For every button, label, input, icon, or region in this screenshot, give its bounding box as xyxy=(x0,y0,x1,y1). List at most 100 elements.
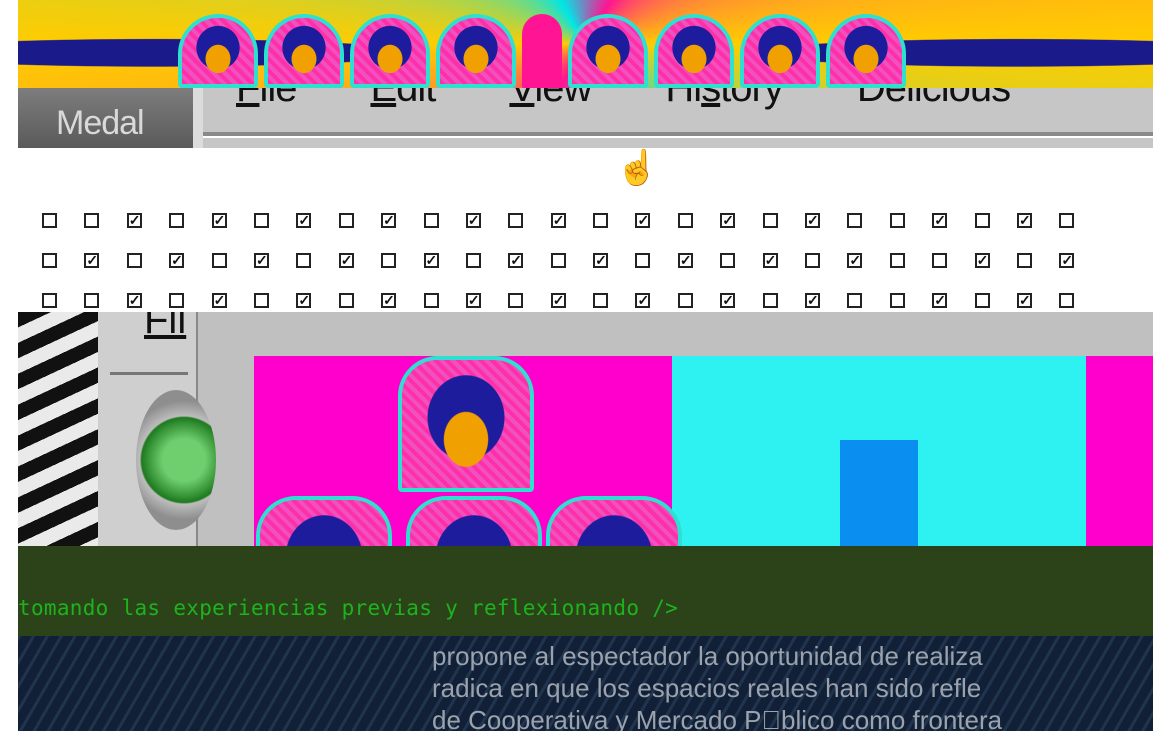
checkbox-checked[interactable]: ✓ xyxy=(805,212,821,228)
checkbox-unchecked[interactable] xyxy=(593,292,609,308)
checkbox-checked[interactable]: ✓ xyxy=(847,252,863,268)
menu-item-delicious[interactable]: Delicious xyxy=(857,88,1011,111)
hand-pointer-icon: ☝ xyxy=(616,149,659,187)
banner-portrait xyxy=(264,14,344,88)
checkbox-unchecked[interactable] xyxy=(889,292,905,308)
checkbox-checked[interactable]: ✓ xyxy=(423,252,439,268)
checkbox-unchecked[interactable] xyxy=(974,212,990,228)
checkbox-unchecked[interactable] xyxy=(42,292,57,308)
checkbox-checked[interactable]: ✓ xyxy=(465,292,481,308)
checkbox-checked[interactable]: ✓ xyxy=(635,212,651,228)
checkbox-checked[interactable]: ✓ xyxy=(1016,292,1032,308)
checkbox-unchecked[interactable] xyxy=(889,252,905,268)
checkbox-checked[interactable]: ✓ xyxy=(720,212,736,228)
checkbox-unchecked[interactable] xyxy=(465,252,481,268)
menu-item-view[interactable]: View xyxy=(509,88,592,111)
cyan-panel xyxy=(672,356,1086,546)
checkbox-checked[interactable]: ✓ xyxy=(296,212,312,228)
menu-file-fragment[interactable]: Fil xyxy=(144,312,186,343)
checkbox-unchecked[interactable] xyxy=(169,212,185,228)
checkbox-checked[interactable]: ✓ xyxy=(720,292,736,308)
checkbox-unchecked[interactable] xyxy=(253,292,269,308)
checkbox-unchecked[interactable] xyxy=(720,252,736,268)
app-label-box: Medal xyxy=(18,88,203,148)
checkbox-checked[interactable]: ✓ xyxy=(677,252,693,268)
checkbox-unchecked[interactable] xyxy=(847,212,863,228)
checkbox-checked[interactable]: ✓ xyxy=(762,252,778,268)
checkbox-checked[interactable]: ✓ xyxy=(126,292,142,308)
menubar: Medal File Edit View History Delicious xyxy=(18,88,1153,148)
banner-portrait xyxy=(654,14,734,88)
checkbox-checked[interactable]: ✓ xyxy=(508,252,524,268)
checkbox-unchecked[interactable] xyxy=(677,292,693,308)
checkbox-unchecked[interactable] xyxy=(84,212,100,228)
article-line: propone al espectador la oportunidad de … xyxy=(432,641,983,671)
checkbox-unchecked[interactable] xyxy=(889,212,905,228)
checkbox-unchecked[interactable] xyxy=(847,292,863,308)
green-round-button-icon[interactable] xyxy=(136,390,216,530)
banner-portrait xyxy=(350,14,430,88)
checkbox-unchecked[interactable] xyxy=(635,252,651,268)
menu-item-file[interactable]: File xyxy=(236,88,297,111)
checkbox-unchecked[interactable] xyxy=(593,212,609,228)
banner-portrait xyxy=(740,14,820,88)
image-canvas xyxy=(254,356,1153,546)
checkbox-unchecked[interactable] xyxy=(508,292,524,308)
checkbox-checked[interactable]: ✓ xyxy=(805,292,821,308)
menu-item-history[interactable]: History xyxy=(665,88,783,111)
checkbox-unchecked[interactable] xyxy=(211,252,227,268)
checkbox-checked[interactable]: ✓ xyxy=(932,292,948,308)
checkbox-unchecked[interactable] xyxy=(42,252,57,268)
checkbox-checked[interactable]: ✓ xyxy=(338,252,354,268)
checkbox-checked[interactable]: ✓ xyxy=(1059,252,1075,268)
checkbox-unchecked[interactable] xyxy=(423,292,439,308)
checkbox-checked[interactable]: ✓ xyxy=(381,292,397,308)
checkbox-checked[interactable]: ✓ xyxy=(465,212,481,228)
checkbox-checked[interactable]: ✓ xyxy=(253,252,269,268)
checkbox-checked[interactable]: ✓ xyxy=(1016,212,1032,228)
checkbox-checked[interactable]: ✓ xyxy=(593,252,609,268)
checkbox-row: ✓ ✓ ✓ ✓ ✓ ✓ ✓ ✓ ✓ ✓ ✓ xyxy=(42,200,1075,240)
checkbox-checked[interactable]: ✓ xyxy=(126,212,142,228)
checkbox-unchecked[interactable] xyxy=(1016,252,1032,268)
checkbox-unchecked[interactable] xyxy=(253,212,269,228)
banner-divider xyxy=(522,14,562,88)
checkbox-unchecked[interactable] xyxy=(974,292,990,308)
checkbox-checked[interactable]: ✓ xyxy=(211,292,227,308)
checkbox-checked[interactable]: ✓ xyxy=(974,252,990,268)
checkbox-unchecked[interactable] xyxy=(805,252,821,268)
checkbox-checked[interactable]: ✓ xyxy=(169,252,185,268)
checkbox-grid: ✓ ✓ ✓ ✓ ✓ ✓ ✓ ✓ ✓ ✓ ✓ ✓ ✓ ✓ ✓ ✓ ✓ ✓ ✓ ✓ ✓ ✓ ✓ ✓ ✓ ✓ ✓ ✓ ✓ ✓ ✓ ✓ ✓ ✓ xyxy=(42,200,1075,312)
checkbox-unchecked[interactable] xyxy=(762,292,778,308)
checkbox-checked[interactable]: ✓ xyxy=(550,212,566,228)
checkbox-checked[interactable]: ✓ xyxy=(211,212,227,228)
article-text: propone al espectador la oportunidad de … xyxy=(432,640,1153,731)
checkbox-unchecked[interactable] xyxy=(677,212,693,228)
checkbox-checked[interactable]: ✓ xyxy=(635,292,651,308)
banner-portrait xyxy=(436,14,516,88)
checkbox-unchecked[interactable] xyxy=(84,292,100,308)
checkbox-unchecked[interactable] xyxy=(550,252,566,268)
checkbox-unchecked[interactable] xyxy=(338,292,354,308)
striped-pattern xyxy=(18,312,98,546)
menu-item-edit[interactable]: Edit xyxy=(370,88,436,111)
checkbox-unchecked[interactable] xyxy=(42,212,57,228)
checkbox-unchecked[interactable] xyxy=(508,212,524,228)
checkbox-unchecked[interactable] xyxy=(296,252,312,268)
checkbox-checked[interactable]: ✓ xyxy=(381,212,397,228)
checkbox-unchecked[interactable] xyxy=(932,252,948,268)
checkbox-unchecked[interactable] xyxy=(423,212,439,228)
checkbox-checked[interactable]: ✓ xyxy=(296,292,312,308)
checkbox-unchecked[interactable] xyxy=(169,292,185,308)
checkbox-checked[interactable]: ✓ xyxy=(932,212,948,228)
checkbox-unchecked[interactable] xyxy=(126,252,142,268)
article-line: de Cooperativa y Mercado P blico como fr… xyxy=(432,705,1003,731)
checkbox-unchecked[interactable] xyxy=(1059,292,1075,308)
checkbox-unchecked[interactable] xyxy=(381,252,397,268)
checkbox-unchecked[interactable] xyxy=(338,212,354,228)
checkbox-unchecked[interactable] xyxy=(1059,212,1075,228)
checkbox-checked[interactable]: ✓ xyxy=(550,292,566,308)
checkbox-unchecked[interactable] xyxy=(762,212,778,228)
checkbox-checked[interactable]: ✓ xyxy=(84,252,100,268)
portrait-tile xyxy=(398,356,534,492)
